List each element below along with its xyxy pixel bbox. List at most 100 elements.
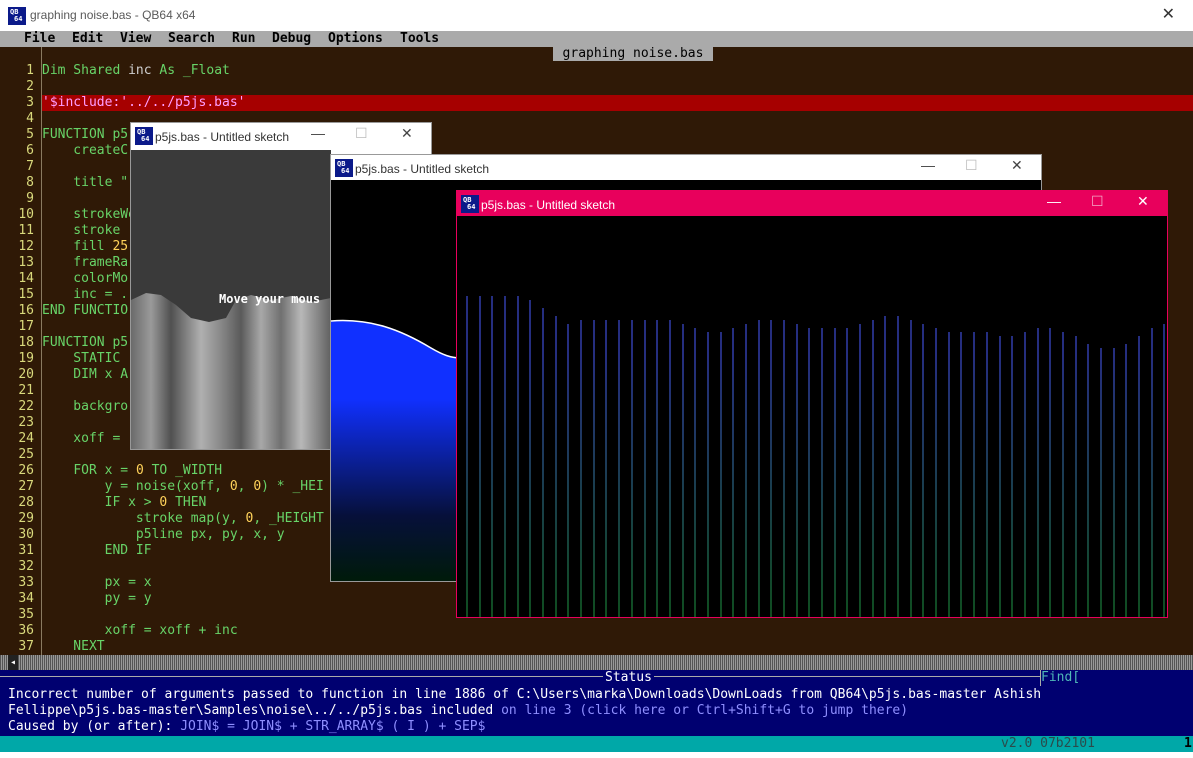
logo-bottom-text: 64 xyxy=(14,15,23,23)
code-line-33: px = x xyxy=(42,575,152,590)
token: 0 xyxy=(253,479,262,494)
token: inc xyxy=(128,63,152,78)
code-line-10: strokeWe xyxy=(42,207,136,222)
line-number: 16 xyxy=(18,303,34,318)
line-number: 13 xyxy=(18,255,34,270)
token: TO xyxy=(151,463,168,478)
code-line-15: inc = . xyxy=(42,287,129,302)
logo-bottom-text: 64 xyxy=(341,167,350,175)
find-label: Find[ xyxy=(1041,670,1081,685)
line-number: 14 xyxy=(18,271,34,286)
line-number: 23 xyxy=(18,415,34,430)
menu-debug[interactable]: Debug xyxy=(272,31,311,47)
token: Dim Shared xyxy=(42,63,129,78)
code-line-19: STATIC xyxy=(42,351,129,366)
line-number: 31 xyxy=(18,543,34,558)
line-number: 24 xyxy=(18,431,34,446)
code-line-13: frameRa xyxy=(42,255,129,270)
line-number: 3 xyxy=(26,95,34,110)
code-line-6: createC xyxy=(42,143,129,158)
menu-view[interactable]: View xyxy=(120,31,151,47)
code-line-26: FOR x = 0 TO _WIDTH xyxy=(42,463,222,479)
code-line-16: END FUNCTIO xyxy=(42,303,129,318)
line-number-gutter: 1 2 3 4 5 6 7 8 9 10 11 12 13 14 15 16 17 18 19 20 21 22 23 24 2… xyxy=(0,47,38,655)
scroll-left-arrow-icon[interactable]: ◂ xyxy=(8,655,18,670)
close-icon[interactable]: ✕ xyxy=(1137,193,1149,210)
line-number: 9 xyxy=(26,191,34,206)
code-line-3: '$include:'../../p5js.bas' xyxy=(42,95,246,110)
sketch-title: p5js.bas - Untitled sketch xyxy=(355,162,490,176)
line-number: 25 xyxy=(18,447,34,462)
menu-file[interactable]: File xyxy=(24,31,55,47)
line-number: 29 xyxy=(18,511,34,526)
line-number: 6 xyxy=(26,143,34,158)
sketch-title: p5js.bas - Untitled sketch xyxy=(155,130,290,144)
menu-options[interactable]: Options xyxy=(328,31,383,47)
token: stroke map(y, xyxy=(42,511,246,526)
sketch-canvas-3[interactable] xyxy=(457,216,1167,617)
sketch-window-3[interactable]: QB 64 p5js.bas - Untitled sketch — ☐ ✕ xyxy=(456,190,1168,618)
menu-edit[interactable]: Edit xyxy=(72,31,103,47)
line-number: 30 xyxy=(18,527,34,542)
menu-run[interactable]: Run xyxy=(232,31,255,47)
noise-lines-graph xyxy=(466,296,1165,617)
line-number: 34 xyxy=(18,591,34,606)
code-line-34: py = y xyxy=(42,591,152,606)
minimize-icon[interactable]: — xyxy=(311,125,325,141)
find-field[interactable]: Find[ xyxy=(1040,670,1193,686)
code-line-8: title " xyxy=(42,175,129,190)
token: ) * _HEI xyxy=(261,479,324,494)
version-label: v2.0 07b2101 xyxy=(1001,736,1095,751)
line-number: 26 xyxy=(18,463,34,478)
maximize-icon[interactable]: ☐ xyxy=(965,157,978,174)
menu-tools[interactable]: Tools xyxy=(400,31,439,47)
minimize-icon[interactable]: — xyxy=(1047,193,1061,209)
line-number: 2 xyxy=(26,79,34,94)
code-line-30: p5line px, py, x, y xyxy=(42,527,285,542)
status-message-3: Caused by (or after): JOIN$ = JOIN$ + ST… xyxy=(8,719,485,735)
status-label: Status xyxy=(603,670,654,686)
line-number: 19 xyxy=(18,351,34,366)
window-title: graphing noise.bas - QB64 x64 xyxy=(30,8,196,22)
line-number: 33 xyxy=(18,575,34,590)
code-line-28: IF x > 0 THEN xyxy=(42,495,207,511)
line-number: 11 xyxy=(18,223,34,238)
sketch-canvas-1[interactable]: Move your mous xyxy=(131,150,331,449)
jump-to-line-link[interactable]: on line 3 (click here or Ctrl+Shift+G to… xyxy=(501,703,908,718)
horizontal-scrollbar[interactable] xyxy=(0,655,1193,670)
qb64-logo-icon: QB 64 xyxy=(461,195,479,213)
minimize-icon[interactable]: — xyxy=(921,157,935,173)
line-number: 21 xyxy=(18,383,34,398)
qb64-logo-icon: QB 64 xyxy=(335,159,353,177)
status-message-2: Fellippe\p5js.bas-master\Samples\noise\.… xyxy=(8,703,908,719)
token: THEN xyxy=(175,495,207,510)
line-number: 8 xyxy=(26,175,34,190)
code-line-12: fill 25 xyxy=(42,239,128,255)
cursor-column: 1 xyxy=(1184,736,1192,751)
close-icon[interactable]: ✕ xyxy=(1162,4,1175,24)
line-number: 15 xyxy=(18,287,34,302)
code-line-22: backgro xyxy=(42,399,129,414)
line-number: 17 xyxy=(18,319,34,334)
token: y = noise(xoff, xyxy=(42,479,230,494)
menu-search[interactable]: Search xyxy=(168,31,215,47)
line-number: 28 xyxy=(18,495,34,510)
logo-bottom-text: 64 xyxy=(141,135,150,143)
close-icon[interactable]: ✕ xyxy=(1011,157,1023,174)
line-number: 27 xyxy=(18,479,34,494)
qb64-logo-icon: QB 64 xyxy=(8,7,26,25)
maximize-icon[interactable]: ☐ xyxy=(355,125,368,142)
token: x = xyxy=(96,463,136,478)
line-number: 22 xyxy=(18,399,34,414)
code-line-27: y = noise(xoff, 0, 0) * _HEI xyxy=(42,479,324,495)
qb64-logo-icon: QB 64 xyxy=(135,127,153,145)
maximize-icon[interactable]: ☐ xyxy=(1091,193,1104,210)
line-number: 32 xyxy=(18,559,34,574)
token: 0 xyxy=(229,479,238,494)
close-icon[interactable]: ✕ xyxy=(401,125,413,142)
caused-by-code[interactable]: JOIN$ = JOIN$ + STR_ARRAY$ ( I ) + SEP$ xyxy=(180,719,485,734)
